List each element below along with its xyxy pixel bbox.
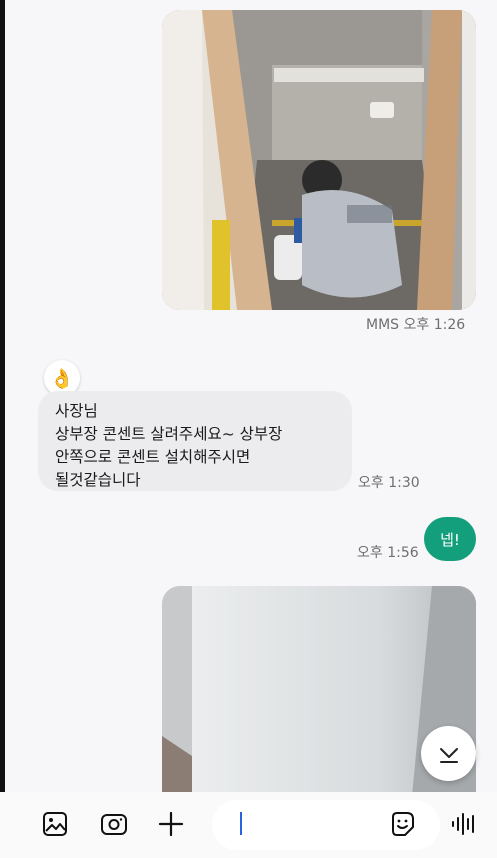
scroll-to-bottom-button[interactable]: [421, 726, 476, 781]
outgoing-message-time: 오후 1:56: [357, 545, 419, 561]
sticker-icon: [392, 812, 414, 836]
incoming-message-line: 상부장 콘센트 살려주세요~ 상부장: [55, 425, 283, 443]
incoming-message-line: 사장님: [55, 402, 98, 420]
ok-hand-emoji: 👌: [50, 367, 74, 390]
compose-bar: [0, 792, 497, 858]
attach-more-button[interactable]: [153, 806, 189, 842]
plus-icon: [158, 811, 184, 837]
incoming-message-line: 안쪽으로 콘센트 설치해주시면: [55, 448, 251, 466]
incoming-message-line: 될것같습니다: [55, 471, 141, 489]
outgoing-message-bubble[interactable]: 넵!: [424, 517, 476, 561]
incoming-message-time: 오후 1:30: [358, 475, 420, 491]
camera-button[interactable]: [96, 806, 132, 842]
sticker-button[interactable]: [384, 806, 420, 842]
message-thread[interactable]: MMS 오후 1:26 👌 사장님 상부장 콘센트 살려주세요~ 상부장 안쪽으…: [0, 0, 497, 858]
chevron-down-icon: [439, 747, 458, 763]
text-cursor: [240, 812, 242, 835]
voice-button[interactable]: [446, 806, 482, 842]
gallery-button[interactable]: [37, 806, 73, 842]
screen-edge: [0, 0, 5, 858]
mms-photo-bathroom[interactable]: [162, 10, 476, 310]
outgoing-message-text: 넵!: [440, 530, 460, 549]
mms-timestamp: MMS 오후 1:26: [366, 317, 466, 333]
gallery-icon: [43, 812, 67, 836]
incoming-message-bubble[interactable]: 사장님 상부장 콘센트 살려주세요~ 상부장 안쪽으로 콘센트 설치해주시면 될…: [38, 391, 352, 491]
camera-icon: [101, 814, 127, 835]
voice-icon: [452, 813, 474, 835]
